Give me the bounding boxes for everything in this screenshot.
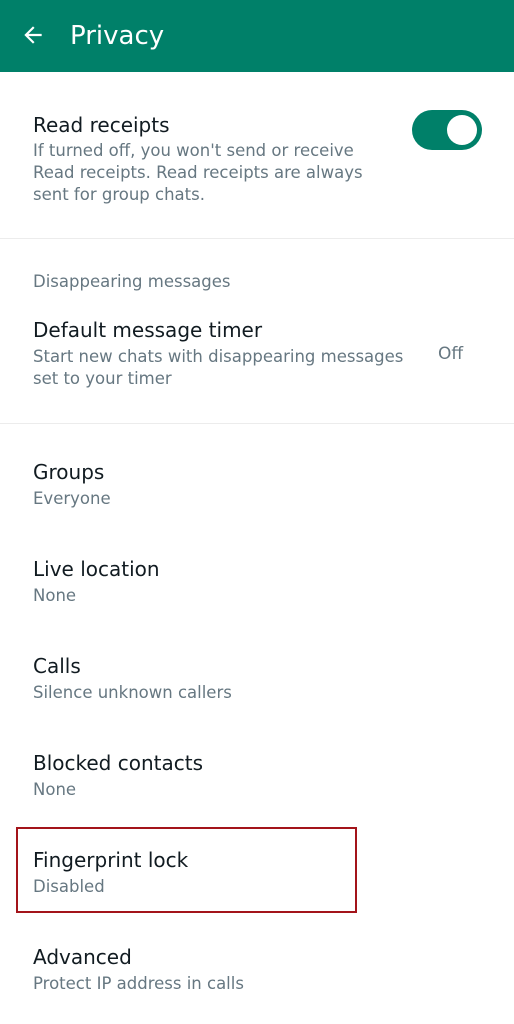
list-item-subtitle: None [33,586,77,605]
disappearing-messages-header: Disappearing messages [33,272,231,291]
list-item-live-location[interactable]: Live location None [0,545,514,625]
section-divider [0,238,514,239]
read-receipts-desc-line-2: Read receipts. Read receipts are always [33,163,363,182]
page-title: Privacy [70,21,165,51]
read-receipts-toggle[interactable] [412,110,482,150]
read-receipts-title: Read receipts [33,113,170,137]
list-item-title: Calls [33,654,81,678]
list-item-subtitle: None [33,780,77,799]
default-message-timer-title: Default message timer [33,318,263,342]
arrow-left-icon [24,26,42,44]
list-item-advanced[interactable]: Advanced Protect IP address in calls [0,933,514,1013]
fingerprint-lock-highlight [16,827,357,913]
toggle-knob [447,115,477,145]
list-item-subtitle: Everyone [33,489,111,508]
list-item-title: Blocked contacts [33,751,203,775]
section-divider [0,423,514,424]
default-message-timer-desc-line-1: Start new chats with disappearing messag… [33,347,404,366]
default-message-timer-value: Off [438,344,464,364]
list-item-blocked-contacts[interactable]: Blocked contacts None [0,739,514,819]
list-item-groups[interactable]: Groups Everyone [0,448,514,528]
read-receipts-desc-line-1: If turned off, you won't send or receive [33,141,354,160]
default-message-timer-row[interactable]: Default message timer Start new chats wi… [0,306,514,406]
list-item-subtitle: Silence unknown callers [33,683,232,702]
privacy-screen: Privacy Read receipts If turned off, you… [0,0,514,1024]
default-message-timer-desc-line-2: set to your timer [33,369,172,388]
read-receipts-desc-line-3: sent for group chats. [33,185,205,204]
list-item-subtitle: Protect IP address in calls [33,974,244,993]
back-button[interactable] [14,16,52,54]
app-bar: Privacy [0,0,514,72]
list-item-title: Advanced [33,945,132,969]
list-item-title: Groups [33,460,105,484]
list-item-calls[interactable]: Calls Silence unknown callers [0,642,514,722]
list-item-title: Live location [33,557,160,581]
